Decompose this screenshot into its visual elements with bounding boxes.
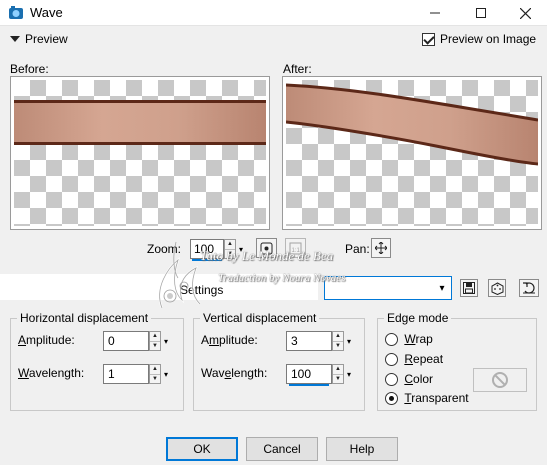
ok-button[interactable]: OK <box>166 437 238 461</box>
edge-mode-transparent-radio[interactable]: Transparent <box>385 391 469 406</box>
window-title: Wave <box>30 5 63 20</box>
horizontal-amplitude-label: Amplitude: <box>18 333 75 347</box>
radio-icon <box>385 373 398 387</box>
close-icon[interactable] <box>502 0 547 26</box>
after-preview-pane[interactable] <box>282 76 542 230</box>
maximize-icon[interactable] <box>458 0 504 26</box>
radio-selected-icon <box>385 392 398 406</box>
edge-mode-wrap-label: Wrap <box>404 332 433 346</box>
checkbox-check-icon <box>422 32 435 46</box>
dice-icon[interactable] <box>488 279 506 297</box>
horizontal-amplitude-value: 0 <box>108 334 115 348</box>
horizontal-wavelength-label: Wavelength: <box>18 366 85 380</box>
edge-mode-transparent-label: Transparent <box>404 391 469 405</box>
minimize-icon[interactable] <box>412 0 458 26</box>
title-bar: Wave <box>0 0 547 26</box>
settings-strip <box>0 274 318 300</box>
vertical-amplitude-input[interactable]: 3 <box>286 331 332 351</box>
horizontal-amplitude-dropdown-icon[interactable]: ▾ <box>161 331 171 351</box>
zoom-spinner[interactable]: ▲ ▼ <box>224 239 236 259</box>
vertical-amplitude-spinner[interactable]: ▲ ▼ <box>332 331 344 351</box>
horizontal-wavelength-value: 1 <box>108 367 115 381</box>
app-icon <box>8 5 24 21</box>
edge-mode-repeat-label: Repeat <box>404 352 444 366</box>
vertical-amplitude-label: Amplitude: <box>201 333 258 347</box>
vertical-wavelength-spinner[interactable]: ▲ ▼ <box>332 364 344 384</box>
before-label: Before: <box>10 62 49 76</box>
zoom-label: Zoom: <box>147 242 182 256</box>
save-preset-icon[interactable] <box>460 279 478 297</box>
settings-label: Settings <box>180 283 224 297</box>
horizontal-wavelength-dropdown-icon[interactable]: ▾ <box>161 364 171 384</box>
preview-on-image-label: Preview on Image <box>440 32 537 46</box>
edge-mode-title: Edge mode <box>384 311 452 325</box>
edge-mode-wrap-radio[interactable]: Wrap <box>385 332 433 347</box>
transparency-checkerboard <box>14 80 266 226</box>
move-icon[interactable] <box>371 238 391 258</box>
after-stripe <box>286 83 538 166</box>
vertical-group-title: Vertical displacement <box>200 311 320 325</box>
edge-mode-color-label: Color <box>404 372 434 386</box>
vertical-amplitude-dropdown-icon[interactable]: ▾ <box>344 331 354 351</box>
zoom-value: 100 <box>194 242 215 256</box>
svg-text:1:1: 1:1 <box>292 248 301 254</box>
horizontal-amplitude-spinner[interactable]: ▲ ▼ <box>149 331 161 351</box>
vertical-wavelength-dropdown-icon[interactable]: ▾ <box>344 364 354 384</box>
wavelength-underline <box>289 384 329 386</box>
horizontal-group-title: Horizontal displacement <box>17 311 152 325</box>
chevron-down-icon: ▾ <box>439 282 445 294</box>
horizontal-wavelength-spinner[interactable]: ▲ ▼ <box>149 364 161 384</box>
reset-icon[interactable] <box>519 279 539 297</box>
actual-size-icon[interactable]: 1:1 <box>285 238 306 258</box>
vertical-amplitude-value: 3 <box>291 334 298 348</box>
transparency-checkerboard <box>286 80 538 226</box>
before-preview-pane[interactable] <box>10 76 270 230</box>
before-stripe <box>14 100 266 145</box>
edge-mode-repeat-radio[interactable]: Repeat <box>385 352 444 367</box>
horizontal-amplitude-input[interactable]: 0 <box>103 331 149 351</box>
radio-icon <box>385 333 398 347</box>
zoom-input[interactable]: 100 <box>190 239 224 261</box>
preview-toggle[interactable]: Preview <box>10 32 68 46</box>
horizontal-wavelength-input[interactable]: 1 <box>103 364 149 384</box>
cancel-button[interactable]: Cancel <box>246 437 318 461</box>
edge-mode-color-radio[interactable]: Color <box>385 372 434 387</box>
vertical-wavelength-input[interactable]: 100 <box>286 364 332 386</box>
pan-label: Pan: <box>345 242 370 256</box>
preview-toggle-label: Preview <box>25 32 68 46</box>
zoom-underline <box>192 259 222 261</box>
zoom-dropdown-icon[interactable]: ▾ <box>236 239 246 259</box>
help-button[interactable]: Help <box>326 437 398 461</box>
vertical-wavelength-value: 100 <box>291 367 312 381</box>
radio-icon <box>385 353 398 367</box>
vertical-wavelength-label: Wavelength: <box>201 366 268 380</box>
settings-dropdown[interactable]: ▾ <box>324 276 452 300</box>
collapse-triangle-icon <box>10 36 20 42</box>
preview-on-image-checkbox[interactable]: Preview on Image <box>422 32 536 46</box>
no-color-icon[interactable] <box>473 368 527 392</box>
after-label: After: <box>283 62 312 76</box>
zoom-fit-icon[interactable] <box>256 238 277 258</box>
